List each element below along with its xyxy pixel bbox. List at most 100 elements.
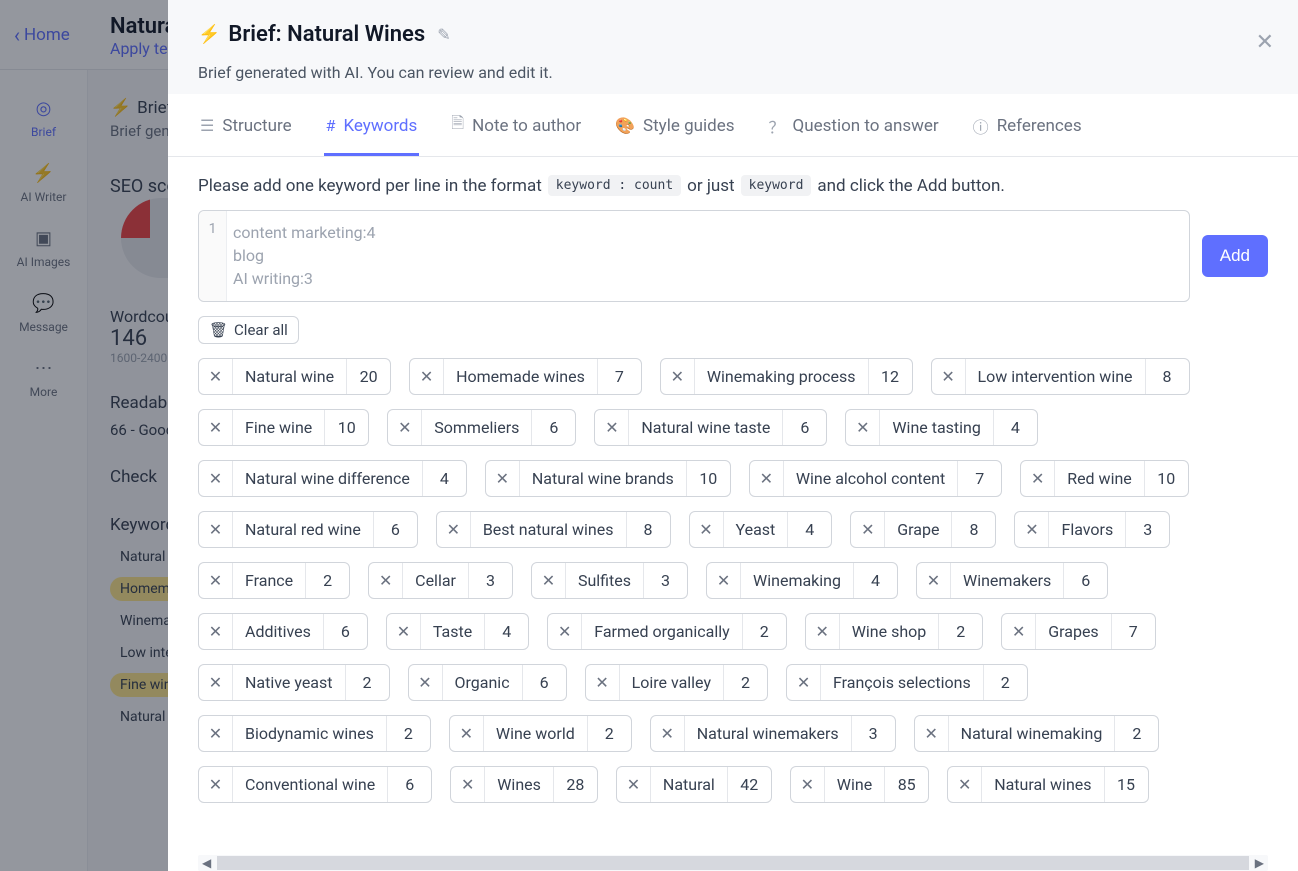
keyword-count[interactable]: 6 (522, 665, 566, 700)
remove-keyword-button[interactable]: ✕ (707, 563, 741, 598)
remove-keyword-button[interactable]: ✕ (595, 410, 629, 445)
tab-question[interactable]: ？ Question to answer (767, 112, 941, 156)
remove-keyword-button[interactable]: ✕ (199, 767, 233, 802)
keyword-count[interactable]: 12 (868, 359, 912, 394)
remove-keyword-button[interactable]: ✕ (388, 410, 422, 445)
remove-keyword-button[interactable]: ✕ (409, 665, 443, 700)
keyword-count[interactable]: 6 (782, 410, 826, 445)
keyword-name: Biodynamic wines (233, 716, 386, 751)
keyword-count[interactable]: 6 (1063, 563, 1107, 598)
remove-keyword-button[interactable]: ✕ (199, 410, 233, 445)
keyword-count[interactable]: 2 (587, 716, 631, 751)
remove-keyword-button[interactable]: ✕ (199, 461, 233, 496)
remove-keyword-button[interactable]: ✕ (387, 614, 421, 649)
remove-keyword-button[interactable]: ✕ (548, 614, 582, 649)
remove-keyword-button[interactable]: ✕ (791, 767, 825, 802)
tab-keywords[interactable]: # Keywords (324, 112, 420, 156)
remove-keyword-button[interactable]: ✕ (787, 665, 821, 700)
remove-keyword-button[interactable]: ✕ (199, 563, 233, 598)
keyword-count[interactable]: 7 (1111, 614, 1155, 649)
remove-keyword-button[interactable]: ✕ (586, 665, 620, 700)
remove-keyword-button[interactable]: ✕ (948, 767, 982, 802)
remove-keyword-button[interactable]: ✕ (451, 767, 485, 802)
keyword-count[interactable]: 3 (468, 563, 512, 598)
edit-title-button[interactable]: ✎ (437, 25, 450, 44)
remove-keyword-button[interactable]: ✕ (1015, 512, 1049, 547)
remove-keyword-button[interactable]: ✕ (932, 359, 966, 394)
tab-note[interactable]: 🗎 Note to author (449, 112, 583, 156)
scroll-track[interactable] (217, 856, 1249, 870)
tab-style[interactable]: 🎨 Style guides (613, 112, 736, 156)
keyword-count[interactable]: 6 (387, 767, 431, 802)
remove-keyword-button[interactable]: ✕ (846, 410, 880, 445)
keyword-count[interactable]: 8 (951, 512, 995, 547)
keyword-count[interactable]: 3 (643, 563, 687, 598)
remove-keyword-button[interactable]: ✕ (199, 614, 233, 649)
keyword-count[interactable]: 6 (323, 614, 367, 649)
keyword-count[interactable]: 10 (1144, 461, 1188, 496)
keyword-count[interactable]: 2 (742, 614, 786, 649)
remove-keyword-button[interactable]: ✕ (690, 512, 724, 547)
close-button[interactable]: ✕ (1256, 30, 1274, 55)
remove-keyword-button[interactable]: ✕ (1002, 614, 1036, 649)
keyword-count[interactable]: 7 (957, 461, 1001, 496)
remove-keyword-button[interactable]: ✕ (617, 767, 651, 802)
keyword-count[interactable]: 6 (531, 410, 575, 445)
keyword-count[interactable]: 28 (553, 767, 597, 802)
remove-keyword-button[interactable]: ✕ (806, 614, 840, 649)
remove-keyword-button[interactable]: ✕ (486, 461, 520, 496)
keyword-count[interactable]: 2 (983, 665, 1027, 700)
keyword-count[interactable]: 4 (422, 461, 466, 496)
tab-structure[interactable]: ☰ Structure (198, 112, 294, 156)
keyword-count[interactable]: 15 (1104, 767, 1148, 802)
add-button[interactable]: Add (1202, 235, 1268, 277)
horizontal-scrollbar[interactable]: ◀ ▶ (198, 855, 1268, 871)
keyword-count[interactable]: 7 (597, 359, 641, 394)
remove-keyword-button[interactable]: ✕ (437, 512, 471, 547)
keyword-count[interactable]: 3 (1125, 512, 1169, 547)
remove-keyword-button[interactable]: ✕ (199, 665, 233, 700)
keyword-count[interactable]: 2 (938, 614, 982, 649)
keyword-textarea[interactable]: 1 content marketing:4 blog AI writing:3 (198, 210, 1190, 302)
remove-keyword-button[interactable]: ✕ (199, 512, 233, 547)
keyword-count[interactable]: 10 (324, 410, 368, 445)
remove-keyword-button[interactable]: ✕ (851, 512, 885, 547)
keyword-count[interactable]: 85 (884, 767, 928, 802)
keyword-count[interactable]: 20 (346, 359, 390, 394)
keyword-count[interactable]: 10 (686, 461, 730, 496)
remove-keyword-button[interactable]: ✕ (915, 716, 949, 751)
keyword-count[interactable]: 2 (345, 665, 389, 700)
keyword-count[interactable]: 8 (626, 512, 670, 547)
remove-keyword-button[interactable]: ✕ (369, 563, 403, 598)
remove-keyword-button[interactable]: ✕ (651, 716, 685, 751)
scroll-right-icon[interactable]: ▶ (1251, 856, 1268, 870)
keyword-name: France (233, 563, 305, 598)
keyword-count[interactable]: 2 (723, 665, 767, 700)
tab-references[interactable]: ⓘ References (971, 112, 1084, 156)
remove-keyword-button[interactable]: ✕ (917, 563, 951, 598)
scroll-left-icon[interactable]: ◀ (198, 856, 215, 870)
keyword-count[interactable]: 8 (1145, 359, 1189, 394)
remove-keyword-button[interactable]: ✕ (1021, 461, 1055, 496)
remove-keyword-button[interactable]: ✕ (199, 716, 233, 751)
keyword-count[interactable]: 4 (484, 614, 528, 649)
keyword-count[interactable]: 4 (853, 563, 897, 598)
keyword-count[interactable]: 6 (373, 512, 417, 547)
remove-keyword-button[interactable]: ✕ (199, 359, 233, 394)
keyword-count[interactable]: 2 (305, 563, 349, 598)
remove-keyword-button[interactable]: ✕ (661, 359, 695, 394)
keyword-name: Additives (233, 614, 323, 649)
keyword-count[interactable]: 4 (993, 410, 1037, 445)
keyword-name: Wine (825, 767, 884, 802)
remove-keyword-button[interactable]: ✕ (532, 563, 566, 598)
keyword-count[interactable]: 2 (1114, 716, 1158, 751)
keyword-count[interactable]: 42 (727, 767, 771, 802)
keyword-count[interactable]: 3 (851, 716, 895, 751)
remove-keyword-button[interactable]: ✕ (450, 716, 484, 751)
remove-keyword-button[interactable]: ✕ (750, 461, 784, 496)
tab-label: Style guides (643, 116, 735, 136)
keyword-count[interactable]: 2 (386, 716, 430, 751)
remove-keyword-button[interactable]: ✕ (410, 359, 444, 394)
keyword-count[interactable]: 4 (787, 512, 831, 547)
clear-all-button[interactable]: 🗑 Clear all (198, 316, 299, 344)
